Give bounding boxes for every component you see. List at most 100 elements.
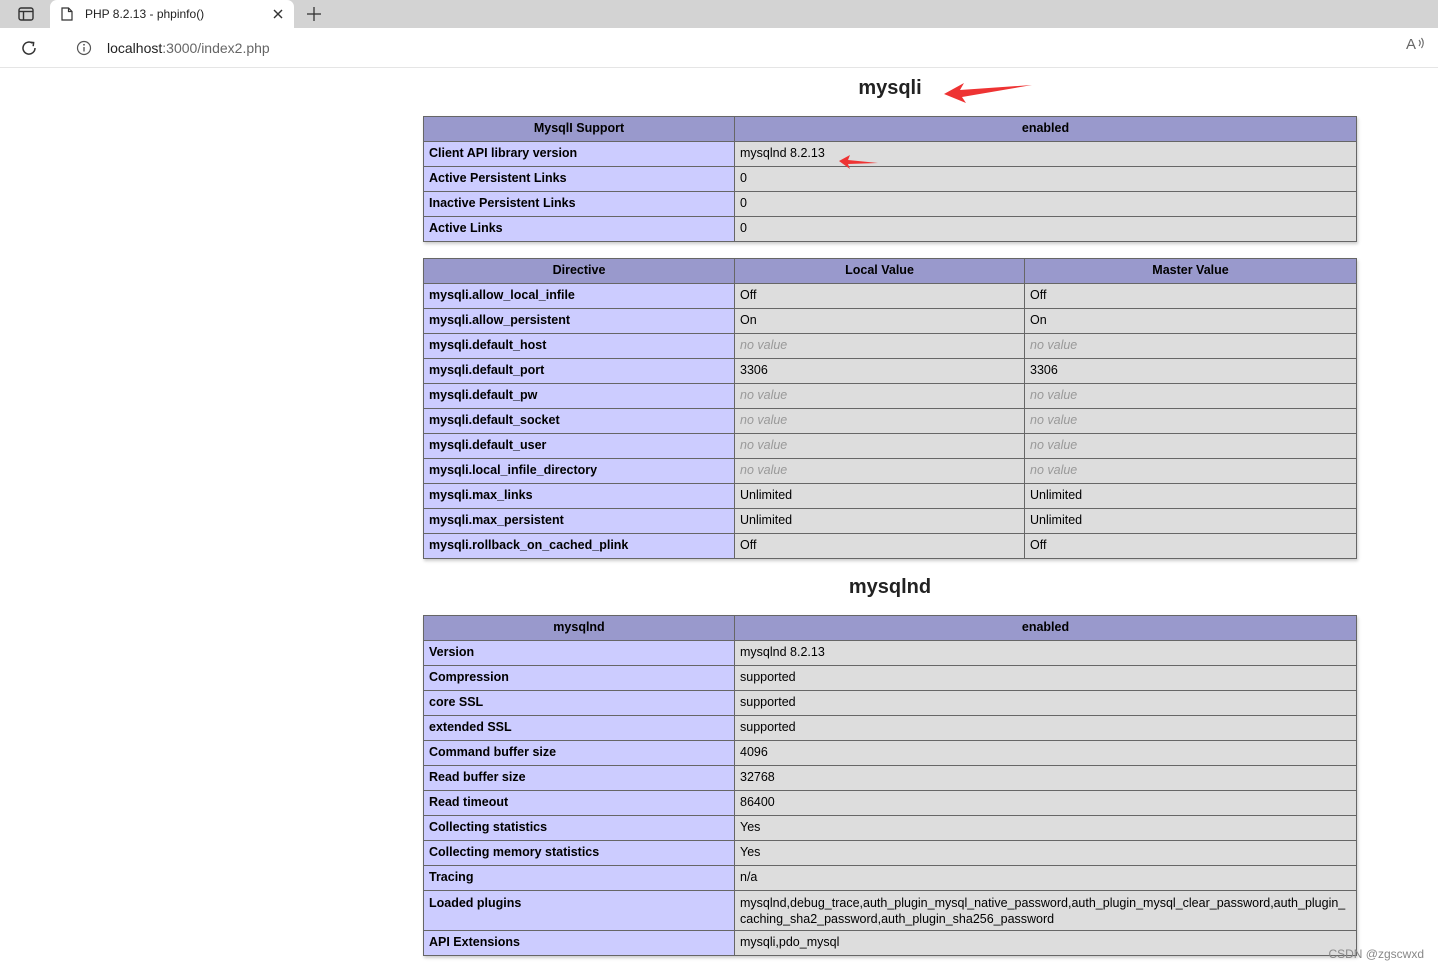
row-label: Client API library version bbox=[423, 141, 735, 167]
table-header-row: mysqlnd enabled bbox=[423, 615, 1357, 641]
table-header-row: MysqlI Support enabled bbox=[423, 116, 1357, 142]
row-label: Compression bbox=[423, 665, 735, 691]
directive-name: mysqli.default_pw bbox=[423, 383, 735, 409]
master-value: Unlimited bbox=[1024, 483, 1357, 509]
header-cell: enabled bbox=[734, 615, 1357, 641]
directive-name: mysqli.default_port bbox=[423, 358, 735, 384]
table-row: Loaded plugins mysqlnd,debug_trace,auth_… bbox=[423, 890, 1357, 931]
row-value: mysqlnd 8.2.13 bbox=[734, 141, 1357, 167]
header-cell: MysqlI Support bbox=[423, 116, 735, 142]
table-row: Command buffer size 4096 bbox=[423, 740, 1357, 766]
mysqlnd-heading: mysqlnd bbox=[848, 576, 932, 598]
row-label: Active Persistent Links bbox=[423, 166, 735, 192]
mysqli-directive-table: Directive Local Value Master Value mysql… bbox=[423, 258, 1357, 559]
table-row: mysqli.max_persistent Unlimited Unlimite… bbox=[423, 508, 1357, 534]
table-row: Collecting statistics Yes bbox=[423, 815, 1357, 841]
row-value: supported bbox=[734, 715, 1357, 741]
directive-name: mysqli.allow_local_infile bbox=[423, 283, 735, 309]
row-label: Command buffer size bbox=[423, 740, 735, 766]
info-icon[interactable] bbox=[76, 40, 92, 56]
header-cell: mysqlnd bbox=[423, 615, 735, 641]
directive-name: mysqli.max_persistent bbox=[423, 508, 735, 534]
directive-name: mysqli.default_user bbox=[423, 433, 735, 459]
directive-name: mysqli.max_links bbox=[423, 483, 735, 509]
watermark: CSDN @zgscwxd bbox=[1328, 947, 1424, 961]
row-value: mysqli,pdo_mysql bbox=[734, 930, 1357, 956]
header-cell: Master Value bbox=[1024, 258, 1357, 284]
row-value: supported bbox=[734, 665, 1357, 691]
table-row: mysqli.default_socket no value no value bbox=[423, 408, 1357, 434]
table-row: mysqli.local_infile_directory no value n… bbox=[423, 458, 1357, 484]
row-value: 4096 bbox=[734, 740, 1357, 766]
row-value: 32768 bbox=[734, 765, 1357, 791]
table-row: mysqli.default_pw no value no value bbox=[423, 383, 1357, 409]
master-value: no value bbox=[1024, 333, 1357, 359]
url-text[interactable]: localhost:3000/index2.php bbox=[107, 40, 270, 56]
table-row: API Extensions mysqli,pdo_mysql bbox=[423, 930, 1357, 956]
reload-icon[interactable] bbox=[18, 37, 40, 59]
table-row: Read buffer size 32768 bbox=[423, 765, 1357, 791]
table-row: Active Persistent Links 0 bbox=[423, 166, 1357, 192]
master-value: no value bbox=[1024, 458, 1357, 484]
row-label: Active Links bbox=[423, 216, 735, 242]
local-value: 3306 bbox=[734, 358, 1025, 384]
header-cell: Local Value bbox=[734, 258, 1025, 284]
row-label: Collecting memory statistics bbox=[423, 840, 735, 866]
read-aloud-icon[interactable]: A bbox=[1406, 35, 1426, 53]
table-row: Compression supported bbox=[423, 665, 1357, 691]
mysqlnd-table: mysqlnd enabled Version mysqlnd 8.2.13 C… bbox=[423, 615, 1357, 956]
url-host: localhost bbox=[107, 40, 163, 56]
local-value: no value bbox=[734, 458, 1025, 484]
master-value: On bbox=[1024, 308, 1357, 334]
master-value: no value bbox=[1024, 383, 1357, 409]
master-value: no value bbox=[1024, 433, 1357, 459]
table-row: Read timeout 86400 bbox=[423, 790, 1357, 816]
local-value: Unlimited bbox=[734, 508, 1025, 534]
local-value: Off bbox=[734, 283, 1025, 309]
directive-name: mysqli.allow_persistent bbox=[423, 308, 735, 334]
mysqli-support-table: MysqlI Support enabled Client API librar… bbox=[423, 116, 1357, 242]
table-row: mysqli.allow_local_infile Off Off bbox=[423, 283, 1357, 309]
annotation-arrow-icon bbox=[944, 83, 1032, 103]
address-bar[interactable]: localhost:3000/index2.php bbox=[58, 32, 1436, 64]
row-label: Read buffer size bbox=[423, 765, 735, 791]
header-cell: enabled bbox=[734, 116, 1357, 142]
row-label: Inactive Persistent Links bbox=[423, 191, 735, 217]
table-row: Version mysqlnd 8.2.13 bbox=[423, 640, 1357, 666]
tab-phpinfo[interactable]: PHP 8.2.13 - phpinfo() bbox=[50, 0, 294, 28]
master-value: Off bbox=[1024, 283, 1357, 309]
row-value: Yes bbox=[734, 840, 1357, 866]
directive-name: mysqli.default_host bbox=[423, 333, 735, 359]
plus-icon[interactable] bbox=[303, 3, 325, 25]
page-icon bbox=[61, 7, 73, 21]
directive-name: mysqli.local_infile_directory bbox=[423, 458, 735, 484]
row-label: Read timeout bbox=[423, 790, 735, 816]
master-value: no value bbox=[1024, 408, 1357, 434]
read-aloud-letter: A bbox=[1406, 36, 1416, 53]
table-row: mysqli.default_port 3306 3306 bbox=[423, 358, 1357, 384]
annotation-arrow-icon bbox=[839, 155, 878, 169]
row-value: n/a bbox=[734, 865, 1357, 891]
row-value: 0 bbox=[734, 191, 1357, 217]
header-cell: Directive bbox=[423, 258, 735, 284]
row-label: Version bbox=[423, 640, 735, 666]
table-row: Inactive Persistent Links 0 bbox=[423, 191, 1357, 217]
table-row: mysqli.rollback_on_cached_plink Off Off bbox=[423, 533, 1357, 559]
close-icon[interactable] bbox=[270, 6, 286, 22]
table-row: mysqli.default_host no value no value bbox=[423, 333, 1357, 359]
master-value: Off bbox=[1024, 533, 1357, 559]
table-header-row: Directive Local Value Master Value bbox=[423, 258, 1357, 284]
row-value: 86400 bbox=[734, 790, 1357, 816]
local-value: Unlimited bbox=[734, 483, 1025, 509]
table-row: core SSL supported bbox=[423, 690, 1357, 716]
master-value: Unlimited bbox=[1024, 508, 1357, 534]
local-value: no value bbox=[734, 433, 1025, 459]
table-row: Collecting memory statistics Yes bbox=[423, 840, 1357, 866]
row-label: Tracing bbox=[423, 865, 735, 891]
sidebar-toggle-icon[interactable] bbox=[12, 5, 40, 23]
phpinfo-content: mysqli MysqlI Support enabled Client API… bbox=[423, 68, 1357, 956]
row-label: Collecting statistics bbox=[423, 815, 735, 841]
browser-toolbar: localhost:3000/index2.php A bbox=[0, 28, 1438, 68]
row-value: mysqlnd 8.2.13 bbox=[734, 640, 1357, 666]
master-value: 3306 bbox=[1024, 358, 1357, 384]
